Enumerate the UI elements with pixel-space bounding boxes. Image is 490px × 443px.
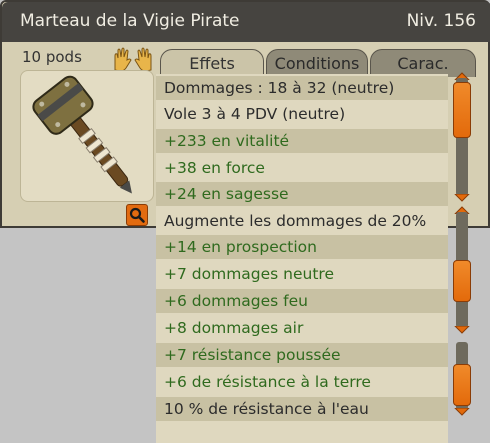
- item-preview: 10 pods: [18, 47, 154, 228]
- tab-conditions[interactable]: Conditions: [266, 49, 368, 77]
- effect-row: +8 dommages air: [156, 316, 448, 340]
- effect-row: +6 de résistance à la terre: [156, 370, 448, 394]
- hands-icon: [114, 47, 152, 72]
- tab-label: Carac.: [397, 54, 449, 73]
- item-name: Marteau de la Vigie Pirate: [20, 11, 240, 31]
- effect-text: +233 en vitalité: [164, 132, 290, 150]
- effects-list: Dommages : 18 à 32 (neutre) Vole 3 à 4 P…: [156, 74, 448, 443]
- tab-effets[interactable]: Effets: [160, 49, 264, 77]
- title-bar: Marteau de la Vigie Pirate Niv. 156: [2, 2, 490, 42]
- scroll-thumb[interactable]: [453, 82, 471, 138]
- effect-text: +6 dommages feu: [164, 292, 308, 310]
- tab-label: Conditions: [274, 54, 360, 73]
- effect-row: Vole 3 à 4 PDV (neutre): [156, 102, 448, 126]
- effect-text: +38 en force: [164, 159, 265, 177]
- effect-row: +233 en vitalité: [156, 129, 448, 153]
- scrollbar[interactable]: [452, 206, 472, 334]
- scroll-thumb[interactable]: [453, 364, 471, 406]
- effect-row: +38 en force: [156, 156, 448, 180]
- effect-row: +14 en prospection: [156, 235, 448, 259]
- scroll-thumb[interactable]: [453, 260, 471, 302]
- search-icon: [129, 207, 145, 223]
- effect-row: Augmente les dommages de 20%: [156, 209, 448, 233]
- effect-text: +8 dommages air: [164, 319, 304, 337]
- effect-row: Dommages : 18 à 32 (neutre): [156, 76, 448, 100]
- effect-row: +7 dommages neutre: [156, 262, 448, 286]
- scrollbar[interactable]: [452, 340, 472, 416]
- scroll-down-icon[interactable]: [454, 194, 470, 202]
- effect-text: +14 en prospection: [164, 238, 317, 256]
- effect-text: 10 % de résistance à l'eau: [164, 400, 369, 418]
- effect-text: Vole 3 à 4 PDV (neutre): [164, 105, 346, 123]
- effect-row: +7 résistance poussée: [156, 343, 448, 367]
- effect-row: +6 dommages feu: [156, 289, 448, 313]
- effect-text: +24 en sagesse: [164, 185, 289, 203]
- effect-text: Augmente les dommages de 20%: [164, 212, 427, 230]
- scrollbar[interactable]: [452, 72, 472, 202]
- effect-text: +7 résistance poussée: [164, 346, 341, 364]
- scroll-down-icon[interactable]: [454, 408, 470, 416]
- tab-label: Effets: [189, 54, 235, 73]
- effect-row: 10 % de résistance à l'eau: [156, 397, 448, 421]
- scroll-down-icon[interactable]: [454, 326, 470, 334]
- item-level: Niv. 156: [406, 11, 476, 31]
- item-image-frame: [20, 70, 154, 202]
- hammer-item-icon: [32, 75, 132, 194]
- effect-text: +6 de résistance à la terre: [164, 373, 371, 391]
- effect-text: Dommages : 18 à 32 (neutre): [164, 79, 395, 97]
- search-button[interactable]: [126, 204, 148, 226]
- effect-row: +24 en sagesse: [156, 182, 448, 206]
- effect-text: +7 dommages neutre: [164, 265, 335, 283]
- item-weight: 10 pods: [22, 48, 82, 66]
